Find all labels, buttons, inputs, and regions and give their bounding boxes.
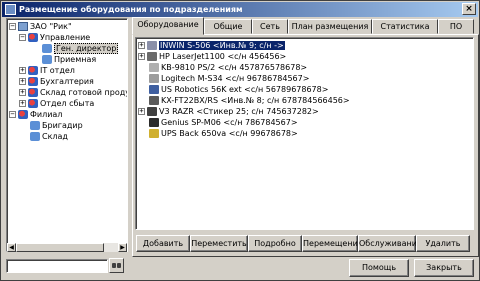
equipment-label: Genius SP-M06 <с/н 786784567> — [161, 118, 298, 127]
tree-item-label: IT отдел — [40, 66, 75, 75]
find-button[interactable] — [109, 258, 124, 273]
tree-item-label: Отдел сбыта — [40, 99, 95, 108]
tree-item-label: Бухгалтерия — [40, 77, 94, 86]
equipment-row[interactable]: Logitech M-S34 <с/н 96786784567> — [138, 73, 309, 84]
org-icon — [18, 22, 28, 31]
scroll-right-icon[interactable]: ▶ — [118, 243, 127, 252]
add-button[interactable]: Добавить — [136, 235, 190, 252]
app-icon — [5, 4, 16, 15]
equipment-row[interactable]: + HP LaserJet1100 <с/н 456456> — [138, 51, 286, 62]
move-button[interactable]: Переместить — [190, 235, 248, 252]
subdivision-icon — [30, 132, 40, 141]
department-icon — [28, 33, 38, 42]
tab-network[interactable]: Сеть — [252, 19, 288, 34]
equipment-label: KB-9810 PS/2 <с/н 457876578678> — [161, 63, 308, 72]
tree-item[interactable]: Ген. директор — [31, 43, 119, 54]
expand-icon[interactable]: + — [19, 67, 26, 74]
tree-item[interactable]: + Склад готовой продукции — [19, 87, 127, 98]
modem-icon — [149, 85, 159, 94]
expand-icon[interactable]: + — [19, 89, 26, 96]
collapse-icon[interactable]: − — [19, 34, 26, 41]
speakers-icon — [149, 118, 159, 127]
tab-strip: Оборудование Общие Сеть План размещения … — [132, 17, 479, 35]
equipment-row[interactable]: + INWIN S-506 <Инв.№ 9; с/н -> — [138, 40, 285, 51]
expand-icon[interactable]: + — [19, 100, 26, 107]
computer-icon — [147, 41, 157, 50]
department-icon — [18, 110, 28, 119]
department-icon — [28, 66, 38, 75]
equipment-row[interactable]: + V3 RAZR <Стикер 25; с/н 745637282> — [138, 106, 319, 117]
equipment-row[interactable]: Genius SP-M06 <с/н 786784567> — [138, 117, 298, 128]
close-button[interactable]: Закрыть — [414, 259, 474, 277]
binoculars-icon — [112, 262, 121, 269]
ups-icon — [149, 129, 159, 138]
window-close-button[interactable]: × — [462, 3, 476, 15]
fax-icon — [149, 96, 159, 105]
tree-item[interactable]: Бригадир — [19, 120, 83, 131]
tree-item[interactable]: + Бухгалтерия — [19, 76, 94, 87]
tree-item[interactable]: − ЗАО "Рик" — [9, 21, 72, 32]
title-bar: Размещение оборудования по подразделения… — [2, 2, 478, 17]
equipment-label: US Robotics 56K ext <с/н 56789678678> — [161, 85, 329, 94]
tab-general[interactable]: Общие — [204, 19, 252, 34]
tree-item[interactable]: Приемная — [31, 54, 96, 65]
main-window: Размещение оборудования по подразделения… — [0, 0, 480, 281]
tab-placement-plan[interactable]: План размещения — [288, 19, 372, 34]
scroll-left-icon[interactable]: ◀ — [7, 243, 16, 252]
details-button[interactable]: Подробно — [248, 235, 302, 252]
collapse-icon[interactable]: − — [9, 111, 16, 118]
collapse-icon[interactable]: − — [9, 23, 16, 30]
scroll-thumb[interactable] — [16, 243, 104, 252]
equipment-label: HP LaserJet1100 <с/н 456456> — [159, 52, 287, 61]
tree-horizontal-scrollbar[interactable]: ◀ ▶ — [7, 243, 127, 252]
tree-item-label: Склад — [42, 132, 68, 141]
expand-icon[interactable]: + — [138, 108, 145, 115]
expand-icon[interactable]: + — [19, 78, 26, 85]
tree-item[interactable]: Склад — [19, 131, 68, 142]
department-icon — [28, 88, 38, 97]
help-button[interactable]: Помощь — [349, 259, 409, 277]
equipment-label: KX-FT22BX/RS <Инв.№ 8; с/н 678784566456> — [161, 96, 350, 105]
tree-item-label: Филиал — [30, 110, 63, 119]
subdivision-icon — [30, 121, 40, 130]
tab-equipment[interactable]: Оборудование — [132, 17, 204, 35]
tree-item-label: Приемная — [54, 55, 97, 64]
equipment-list[interactable]: + INWIN S-506 <Инв.№ 9; с/н -> + HP LaserJe… — [135, 37, 474, 230]
tree-item-label: Склад готовой продукции — [40, 88, 127, 97]
equipment-label: INWIN S-506 <Инв.№ 9; с/н -> — [159, 41, 285, 50]
tree-item[interactable]: − Филиал — [9, 109, 62, 120]
equipment-label: V3 RAZR <Стикер 25; с/н 745637282> — [159, 107, 319, 116]
service-button[interactable]: Обслуживание — [358, 235, 422, 252]
tree-item[interactable]: + IT отдел — [19, 65, 75, 76]
moves-button[interactable]: Перемещения — [302, 235, 363, 252]
window-title: Размещение оборудования по подразделения… — [19, 5, 243, 14]
equipment-row[interactable]: KB-9810 PS/2 <с/н 457876578678> — [138, 62, 307, 73]
subdivision-icon — [42, 44, 52, 53]
expand-icon[interactable]: + — [138, 42, 145, 49]
tree-item-label: ЗАО "Рик" — [30, 22, 72, 31]
keyboard-icon — [149, 63, 159, 72]
equipment-row[interactable]: KX-FT22BX/RS <Инв.№ 8; с/н 678784566456> — [138, 95, 350, 106]
equipment-row[interactable]: UPS Back 650va <с/н 99678678> — [138, 128, 298, 139]
phone-icon — [147, 107, 157, 116]
equipment-label: UPS Back 650va <с/н 99678678> — [161, 129, 298, 138]
expand-icon[interactable]: + — [138, 53, 145, 60]
department-tree[interactable]: − ЗАО "Рик" − Управление Ген. директор Приемн… — [6, 18, 128, 252]
department-icon — [28, 99, 38, 108]
tab-statistics[interactable]: Статистика — [372, 19, 438, 34]
tree-item-label: Бригадир — [42, 121, 83, 130]
tree-item[interactable]: − Управление — [19, 32, 90, 43]
department-icon — [28, 77, 38, 86]
printer-icon — [147, 52, 157, 61]
tab-software[interactable]: ПО — [438, 19, 474, 34]
search-input[interactable] — [6, 259, 108, 273]
delete-button[interactable]: Удалить — [416, 235, 470, 252]
tree-item-label: Управление — [40, 33, 91, 42]
equipment-row[interactable]: US Robotics 56K ext <с/н 56789678678> — [138, 84, 328, 95]
subdivision-icon — [42, 55, 52, 64]
mouse-icon — [149, 74, 159, 83]
tree-item-label: Ген. директор — [54, 43, 119, 54]
tree-item[interactable]: + Отдел сбыта — [19, 98, 94, 109]
equipment-label: Logitech M-S34 <с/н 96786784567> — [161, 74, 310, 83]
